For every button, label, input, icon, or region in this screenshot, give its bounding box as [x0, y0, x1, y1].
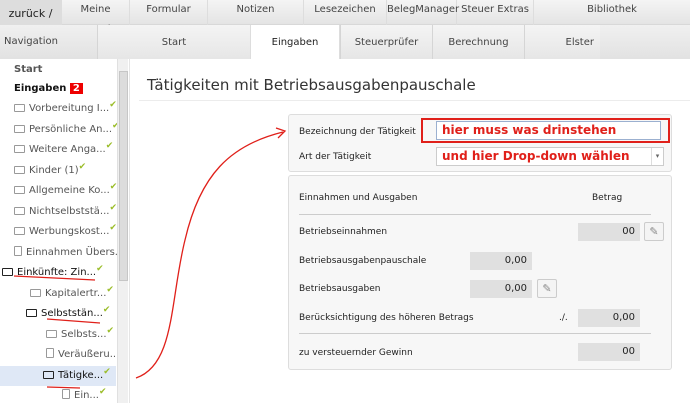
annotation-arrow	[13, 127, 287, 389]
